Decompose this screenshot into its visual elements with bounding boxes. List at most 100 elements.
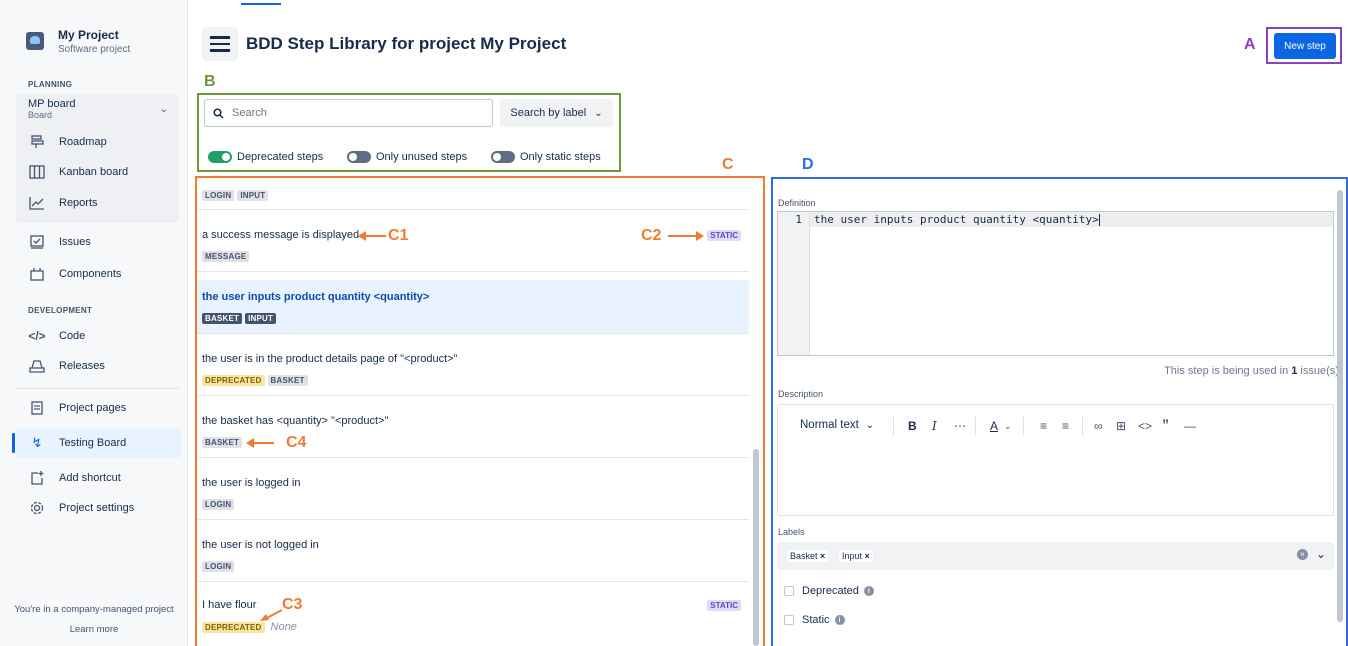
label-group: LOGIN	[202, 561, 235, 572]
bold-icon[interactable]: B	[908, 419, 917, 433]
step-list: LOGIN INPUT a success message is display…	[197, 178, 763, 646]
deprecated-tag: DEPRECATED	[202, 621, 265, 633]
toggle-only-unused-steps[interactable]: Only unused steps	[347, 151, 467, 163]
sidebar-item-reports[interactable]: Reports	[28, 193, 98, 213]
search-icon	[213, 107, 224, 119]
toggle-switch-on[interactable]	[208, 151, 232, 163]
usage-info: This step is being used in 1 issue(s).	[1164, 365, 1342, 377]
label-chip-text: Basket	[790, 551, 818, 561]
sidebar-item-components[interactable]: Components	[28, 264, 121, 284]
label-chip[interactable]: Basket ×	[787, 550, 829, 562]
definition-label: Definition	[778, 198, 816, 208]
sidebar-item-issues[interactable]: Issues	[28, 232, 91, 252]
search-by-label: Search by label	[510, 107, 587, 119]
toggle-switch-off[interactable]	[347, 151, 371, 163]
sidebar-item-label: Kanban board	[59, 166, 129, 178]
arrow-down-left-icon	[260, 609, 283, 621]
annotation-c2: C2	[641, 227, 662, 244]
components-icon	[28, 267, 46, 281]
label-group: BASKET	[202, 437, 243, 448]
definition-editor[interactable]: 1 the user inputs product quantity <quan…	[777, 211, 1334, 356]
link-icon[interactable]: ∞	[1094, 419, 1103, 433]
static-checkbox-row[interactable]: Static i	[784, 614, 845, 626]
list-item[interactable]: the user is logged in LOGIN	[197, 466, 749, 520]
toggle-deprecated-steps[interactable]: Deprecated steps	[208, 151, 323, 163]
list-item-selected[interactable]: the user inputs product quantity <quanti…	[197, 280, 749, 334]
deprecated-label: Deprecated	[802, 585, 859, 597]
sidebar-item-kanban[interactable]: Kanban board	[28, 162, 128, 182]
list-scrollbar[interactable]	[753, 449, 759, 646]
detail-scrollbar[interactable]	[1337, 190, 1343, 622]
info-icon[interactable]: i	[834, 615, 845, 625]
search-placeholder: Search	[232, 107, 267, 119]
new-step-button[interactable]: New step	[1274, 33, 1336, 59]
learn-more-link[interactable]: Learn more	[0, 624, 188, 635]
static-label: Static	[802, 614, 830, 626]
label-group: LOGIN	[202, 499, 235, 510]
labels-label: Labels	[778, 527, 805, 537]
hamburger-menu-button[interactable]	[202, 27, 238, 61]
search-by-label-dropdown[interactable]: Search by label ⌄	[500, 99, 613, 127]
annotation-c1: C1	[388, 227, 409, 244]
italic-icon[interactable]: I	[932, 419, 937, 433]
description-editor[interactable]: Normal text ⌄ B I ⋯ A ⌄ ≡ ≡ ∞ ⊞ <> ” —	[777, 404, 1334, 516]
deprecated-checkbox-row[interactable]: Deprecated i	[784, 585, 874, 597]
menu-icon-bar	[210, 49, 230, 52]
more-formatting-icon[interactable]: ⋯	[954, 419, 966, 433]
gear-icon	[28, 501, 46, 515]
none-text: None	[270, 621, 297, 633]
toggle-switch-off[interactable]	[491, 151, 515, 163]
annotation-c4: C4	[286, 434, 307, 451]
search-input[interactable]: Search	[204, 99, 493, 127]
toggle-only-static-steps[interactable]: Only static steps	[491, 151, 601, 163]
text-color-icon[interactable]: A	[990, 419, 998, 433]
list-item[interactable]: the basket has <quantity> "<product>" BA…	[197, 404, 749, 458]
list-item[interactable]: the user is not logged in LOGIN	[197, 528, 749, 582]
list-item[interactable]: the user is in the product details page …	[197, 342, 749, 396]
quote-icon[interactable]: ”	[1162, 416, 1169, 432]
labels-select[interactable]: Basket × Input × × ⌄	[777, 542, 1334, 570]
sidebar-divider	[16, 388, 179, 389]
project-header[interactable]: My Project Software project	[26, 28, 130, 55]
divider-icon[interactable]: —	[1184, 419, 1196, 433]
label-chip[interactable]: Input ×	[839, 550, 873, 562]
remove-icon[interactable]: ×	[820, 551, 825, 561]
description-label: Description	[778, 389, 824, 399]
sidebar-item-add-shortcut[interactable]: Add shortcut	[28, 468, 121, 488]
list-item[interactable]: a success message is displayed MESSAGE S…	[197, 218, 749, 272]
table-icon[interactable]: ⊞	[1116, 419, 1126, 433]
sidebar-item-project-settings[interactable]: Project settings	[28, 498, 134, 518]
list-item[interactable]: LOGIN INPUT	[197, 178, 749, 210]
bullet-list-icon[interactable]: ≡	[1040, 419, 1047, 433]
info-icon[interactable]: i	[863, 586, 874, 596]
sidebar: My Project Software project PLANNING MP …	[0, 0, 188, 646]
numbered-list-icon[interactable]: ≡	[1062, 419, 1069, 433]
sidebar-item-testing-board[interactable]: ↯ Testing Board	[28, 433, 127, 453]
arrow-right-icon	[668, 231, 704, 241]
chevron-down-icon[interactable]: ⌄	[1316, 547, 1326, 561]
label-chip-text: Input	[842, 551, 863, 561]
sidebar-item-label: Components	[59, 268, 122, 280]
sidebar-item-label: Testing Board	[59, 437, 127, 449]
sidebar-item-label: Reports	[59, 197, 98, 209]
code-icon[interactable]: <>	[1138, 419, 1152, 433]
reports-icon	[28, 196, 46, 210]
chevron-down-icon: ⌄	[1004, 421, 1012, 431]
deprecated-checkbox[interactable]	[784, 586, 794, 596]
text-style-dropdown[interactable]: Normal text ⌄	[800, 419, 874, 431]
sidebar-item-releases[interactable]: Releases	[28, 356, 105, 376]
remove-icon[interactable]: ×	[865, 551, 870, 561]
sidebar-item-project-pages[interactable]: Project pages	[28, 398, 126, 418]
usage-prefix: This step is being used in	[1164, 365, 1292, 377]
static-checkbox[interactable]	[784, 615, 794, 625]
clear-icon[interactable]: ×	[1297, 549, 1308, 560]
sidebar-item-roadmap[interactable]: Roadmap	[28, 132, 107, 152]
deprecated-tag: DEPRECATED	[202, 375, 265, 386]
usage-suffix: issue(s).	[1297, 365, 1342, 377]
lightning-icon: ↯	[31, 435, 43, 450]
top-tab-indicator	[241, 3, 281, 5]
board-switcher[interactable]: MP board Board ⌄	[28, 98, 168, 120]
step-text: the user is not logged in	[202, 539, 319, 551]
label-tag: INPUT	[237, 190, 269, 201]
sidebar-item-code[interactable]: </> Code	[28, 326, 85, 346]
